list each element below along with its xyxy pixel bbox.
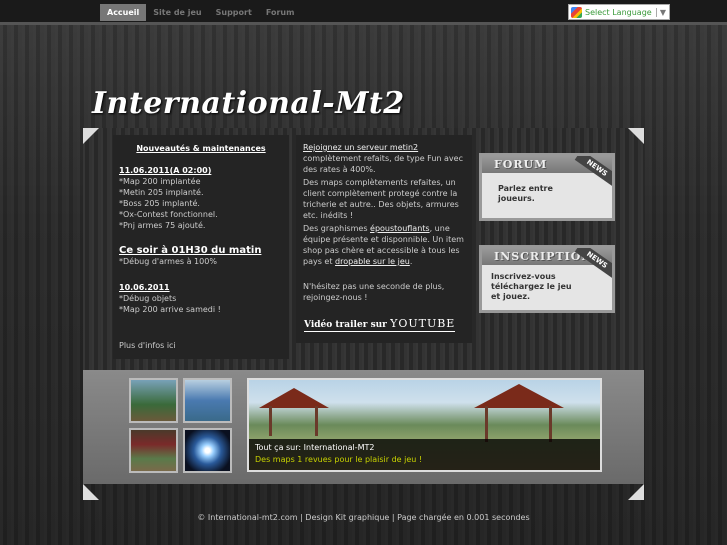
gallery-thumbnail[interactable] bbox=[129, 378, 178, 423]
news-heading: Nouveautés & maintenances bbox=[136, 144, 266, 153]
nav-item-support[interactable]: Support bbox=[209, 4, 259, 21]
description-paragraph: Des maps complètements refaites, un clie… bbox=[303, 178, 459, 220]
more-info-link[interactable]: Plus d'infos ici bbox=[119, 340, 176, 351]
news-title[interactable]: Ce soir à 01H30 du matin bbox=[119, 245, 261, 256]
news-entry: Ce soir à 01H30 du matin *Débug d'armes … bbox=[119, 245, 261, 267]
pavilion-post bbox=[315, 406, 318, 436]
main-nav: Accueil Site de jeu Support Forum bbox=[100, 4, 301, 21]
youtube-logo: YOUTUBE bbox=[390, 317, 456, 330]
banner-text-line: et jouez. bbox=[491, 292, 531, 301]
pavilion-roof bbox=[474, 384, 564, 408]
footer: © International-mt2.com | Design Kit gra… bbox=[197, 513, 530, 522]
news-date: 10.06.2011 bbox=[119, 283, 170, 292]
news-line: *Débug objets bbox=[119, 294, 177, 303]
nav-item-forum[interactable]: Forum bbox=[259, 4, 302, 21]
graphics-link[interactable]: époustouflants bbox=[370, 224, 430, 233]
news-entry: 10.06.2011 *Débug objets *Map 200 arrive… bbox=[119, 282, 221, 315]
description-text: Des graphismes bbox=[303, 224, 371, 233]
description-text: . bbox=[409, 257, 413, 266]
banner-title: FORUM bbox=[494, 158, 548, 171]
news-line: *Map 200 arrive samedi ! bbox=[119, 305, 221, 314]
panel-corner-decoration bbox=[83, 484, 99, 500]
news-column: Nouveautés & maintenances 11.06.2011(A 0… bbox=[113, 135, 289, 359]
news-line: *Débug d'armes à 100% bbox=[119, 257, 217, 266]
nav-item-accueil[interactable]: Accueil bbox=[100, 4, 147, 21]
video-trailer-label: Vidéo trailer sur bbox=[304, 320, 387, 330]
banner-text: Inscrivez-vous téléchargez le jeu et jou… bbox=[491, 272, 572, 302]
news-line: *Ox-Contest fonctionnel. bbox=[119, 210, 218, 219]
caption-subtitle: Des maps 1 revues pour le plaisir de jeu… bbox=[255, 455, 423, 464]
youtube-trailer-link[interactable]: Vidéo trailer sur YOUTUBE bbox=[304, 317, 456, 332]
gallery-thumbnail[interactable] bbox=[129, 428, 178, 473]
news-date: 11.06.2011(A 02:00) bbox=[119, 166, 212, 175]
banner-text-line: Inscrivez-vous bbox=[491, 272, 556, 281]
inscription-banner[interactable]: INSCRIPTION NEWS Inscrivez-vous téléchar… bbox=[479, 245, 615, 313]
language-select-label: Select Language bbox=[585, 7, 652, 17]
forum-banner[interactable]: FORUM NEWS Parlez entre joueurs. bbox=[479, 153, 615, 221]
banner-text-line: téléchargez le jeu bbox=[491, 282, 572, 291]
slideshow-main-image[interactable]: Tout ça sur: International-MT2 Des maps … bbox=[247, 378, 602, 472]
news-line: *Metin 205 implanté. bbox=[119, 188, 204, 197]
news-line: *Boss 205 implanté. bbox=[119, 199, 200, 208]
description-text: complètement refaits, de type Fun avec d… bbox=[303, 154, 463, 174]
news-line: *Pnj armes 75 ajouté. bbox=[119, 221, 206, 230]
news-line: *Map 200 implantée bbox=[119, 177, 201, 186]
pavilion-post bbox=[269, 406, 272, 436]
banner-text: Parlez entre joueurs. bbox=[498, 184, 553, 204]
description-column: Rejoignez un serveur metin2 complètement… bbox=[296, 135, 472, 343]
panel-corner-decoration bbox=[628, 484, 644, 500]
description-paragraph: N'hésitez pas une seconde de plus, rejoi… bbox=[303, 282, 445, 302]
top-navigation-bar: Accueil Site de jeu Support Forum Select… bbox=[0, 0, 727, 25]
language-select[interactable]: Select Language ▼ bbox=[568, 4, 670, 20]
news-entry: 11.06.2011(A 02:00) *Map 200 implantée *… bbox=[119, 165, 218, 231]
pavilion-roof bbox=[259, 388, 329, 408]
description-paragraph: Rejoignez un serveur metin2 complètement… bbox=[303, 142, 467, 175]
gallery-thumbnail[interactable] bbox=[183, 428, 232, 473]
pavilion-post bbox=[485, 406, 488, 442]
nav-item-site-de-jeu[interactable]: Site de jeu bbox=[146, 4, 208, 21]
slideshow-caption: Tout ça sur: International-MT2 Des maps … bbox=[249, 439, 600, 470]
pavilion-post bbox=[549, 406, 552, 442]
banner-text-line: Parlez entre bbox=[498, 184, 553, 193]
google-translate-icon bbox=[571, 6, 582, 18]
site-logo[interactable]: International-Mt2 bbox=[92, 86, 405, 121]
dropable-link[interactable]: dropable sur le jeu bbox=[335, 257, 410, 266]
gallery-thumbnail[interactable] bbox=[183, 378, 232, 423]
caption-title: Tout ça sur: International-MT2 bbox=[255, 443, 375, 452]
chevron-down-icon[interactable]: ▼ bbox=[656, 7, 669, 17]
description-paragraph: Des graphismes époustouflants, une équip… bbox=[303, 223, 467, 267]
banner-text-line: joueurs. bbox=[498, 194, 535, 203]
join-server-link[interactable]: Rejoignez un serveur metin2 bbox=[303, 143, 418, 152]
